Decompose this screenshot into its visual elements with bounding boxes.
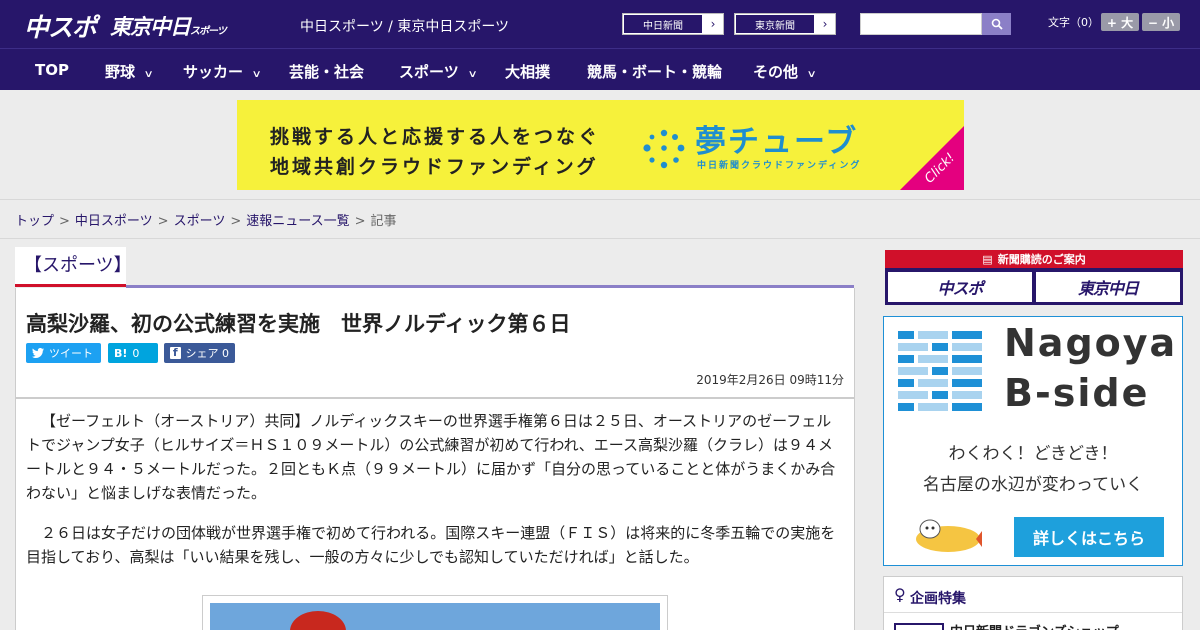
feature-item-dragons-shop[interactable]: 中日新聞ドラゴンズショップ — [950, 621, 1119, 630]
facebook-icon: f — [170, 346, 181, 359]
article-body: 【ゼーフェルト（オーストリア）共同】ノルディックスキーの世界選手権第６日は２５日… — [15, 398, 855, 630]
chevron-down-icon: ∨ — [251, 69, 262, 80]
breadcrumb-link-chunichi-sports[interactable]: 中日スポーツ — [75, 214, 153, 229]
tweet-label: ツイート — [49, 347, 93, 360]
facebook-share-button[interactable]: f シェア 0 — [164, 343, 235, 363]
article-date: 2019年2月26日 09時11分 — [696, 373, 844, 387]
nav-item-soccer[interactable]: サッカー ∨ — [183, 61, 262, 82]
breadcrumb-separator: > — [354, 214, 366, 229]
chunichi-shimbun-link[interactable]: 中日新聞 › — [622, 13, 724, 35]
article-photo[interactable] — [210, 603, 660, 630]
hatena-icon: B! — [114, 346, 128, 360]
article-photo-frame — [202, 595, 668, 630]
breadcrumb-link-sports[interactable]: スポーツ — [174, 214, 226, 229]
nav-item-label: 芸能・社会 — [289, 63, 365, 81]
article-paragraph: 【ゼーフェルト（オーストリア）共同】ノルディックスキーの世界選手権第６日は２５日… — [26, 412, 836, 502]
nav-item-label: その他 — [753, 63, 799, 81]
facebook-share-label: シェア — [185, 347, 219, 360]
nav-item-label: スポーツ — [399, 63, 459, 81]
feature-header: ♀ 企画特集 — [884, 577, 1182, 613]
breadcrumb-link-top[interactable]: トップ — [15, 214, 54, 229]
subscription-header: ▤ 新聞購読のご案内 — [885, 250, 1183, 268]
breadcrumb-separator: > — [59, 214, 70, 229]
nav-item-label: 野球 — [105, 63, 136, 81]
search-input[interactable] — [860, 13, 982, 35]
chevron-down-icon: ∨ — [467, 69, 478, 80]
ribbon-icon: ♀ — [894, 585, 906, 604]
subscribe-tokyo-chunichi-link[interactable]: 東京中日 — [1036, 272, 1180, 302]
tokyo-chunichi-logo[interactable]: 東京中日スポーツ — [110, 11, 227, 41]
nav-item-label: TOP — [35, 61, 69, 79]
nav-item-baseball[interactable]: 野球 ∨ — [105, 61, 154, 82]
category-tab: 【スポーツ】 — [15, 247, 132, 287]
breadcrumb-link-news-list[interactable]: 速報ニュース一覧 — [246, 214, 349, 229]
feature-box: ♀ 企画特集 中日新聞ドラゴンズショップ — [883, 576, 1183, 630]
hatena-bookmark-button[interactable]: B! 0 — [108, 343, 158, 363]
nav-item-other[interactable]: その他 ∨ — [753, 61, 817, 82]
nagoya-bside-ad[interactable]: Nagoya B-side わくわく！どきどき！ 名古屋の水辺が変わっていく 詳… — [883, 316, 1183, 566]
font-larger-button[interactable]: + 大 — [1101, 13, 1139, 31]
hatena-count: 0 — [132, 346, 140, 360]
fried-shrimp-mascot-icon — [916, 519, 982, 552]
feature-title: 企画特集 — [910, 591, 966, 607]
tokyo-logo-main: 東京中日 — [110, 15, 191, 39]
article-header: 高梨沙羅、初の公式練習を実施 世界ノルディック第６日 ツイート B! 0 f シ… — [15, 288, 855, 398]
nav-item-label: 競馬・ボート・競輪 — [587, 63, 723, 81]
font-smaller-button[interactable]: − 小 — [1142, 13, 1180, 31]
search-icon — [991, 18, 1003, 30]
main-nav: TOP 野球 ∨ サッカー ∨ 芸能・社会 スポーツ ∨ 大相撲 競馬・ボート・競輪 … — [0, 48, 1200, 90]
chevron-right-icon: › — [822, 17, 828, 31]
divider — [0, 238, 1200, 239]
breadcrumb-separator: > — [230, 214, 242, 229]
ad-title-line-1: Nagoya — [1004, 321, 1178, 365]
twitter-icon — [32, 348, 44, 358]
ad-copy-line-1: わくわく！どきどき！ — [948, 444, 1118, 464]
chevron-right-icon: › — [710, 17, 716, 31]
nav-item-sumo[interactable]: 大相撲 — [505, 61, 550, 82]
chevron-down-icon: ∨ — [806, 69, 817, 80]
banner-line-1: 挑戦する人と応援する人をつなぐ — [270, 126, 601, 148]
nav-item-label: 大相撲 — [505, 63, 551, 81]
dot-circle-icon — [643, 129, 685, 169]
search-button[interactable] — [982, 13, 1011, 35]
ad-title-line-2: B-side — [1004, 371, 1150, 415]
font-size-label: 文字（0） — [1048, 16, 1099, 29]
subscribe-chusupo-link[interactable]: 中スポ — [888, 272, 1032, 302]
nav-item-top[interactable]: TOP — [35, 61, 69, 79]
chusupo-logo[interactable]: 中スポ — [24, 8, 97, 44]
banner-brand: 夢チューブ — [695, 124, 859, 160]
tokyo-shimbun-link[interactable]: 東京新聞 › — [734, 13, 836, 35]
article-paragraph: ２６日は女子だけの団体戦が世界選手権で初めて行われる。国際スキー連盟（ＦＩＳ）は… — [26, 524, 836, 566]
banner-area: 挑戦する人と応援する人をつなぐ 地域共創クラウドファンディング 夢チューブ 中日… — [0, 90, 1200, 200]
nav-item-racing[interactable]: 競馬・ボート・競輪 — [587, 61, 722, 82]
site-names: 中日スポーツ / 東京中日スポーツ — [300, 19, 510, 35]
subscription-box: ▤ 新聞購読のご案内 中スポ 東京中日 — [885, 250, 1183, 305]
nav-item-sports[interactable]: スポーツ ∨ — [399, 61, 478, 82]
feature-thumbnail[interactable] — [894, 623, 944, 630]
breadcrumb: トップ > 中日スポーツ > スポーツ > 速報ニュース一覧 > 記事 — [15, 210, 397, 229]
facebook-count: 0 — [222, 346, 229, 360]
banner-brand-sub: 中日新聞クラウドファンディング — [697, 161, 862, 171]
paper-button-label: 東京新聞 — [735, 14, 815, 34]
subscription-title: 新聞購読のご案内 — [997, 253, 1086, 266]
tokyo-logo-small: スポーツ — [190, 26, 227, 37]
helmet-image — [290, 611, 346, 630]
breadcrumb-separator: > — [157, 214, 169, 229]
article-title: 高梨沙羅、初の公式練習を実施 世界ノルディック第６日 — [26, 312, 571, 336]
ad-details-button[interactable]: 詳しくはこちら — [1014, 517, 1164, 557]
tweet-button[interactable]: ツイート — [26, 343, 101, 363]
breadcrumb-current: 記事 — [370, 214, 397, 229]
crowdfunding-banner[interactable]: 挑戦する人と応援する人をつなぐ 地域共創クラウドファンディング 夢チューブ 中日… — [237, 100, 964, 190]
ad-copy-line-2: 名古屋の水辺が変わっていく — [922, 475, 1144, 495]
chevron-down-icon: ∨ — [143, 69, 154, 80]
newspaper-icon: ▤ — [982, 252, 993, 266]
nav-item-label: サッカー — [183, 63, 244, 81]
site-header: 中スポ 東京中日スポーツ 中日スポーツ / 東京中日スポーツ 中日新聞 › 東京… — [0, 0, 1200, 48]
banner-line-2: 地域共創クラウドファンディング — [270, 156, 599, 178]
nav-item-entertainment[interactable]: 芸能・社会 — [289, 61, 364, 82]
paper-button-label: 中日新聞 — [623, 14, 703, 34]
category-label: 【スポーツ】 — [24, 255, 132, 276]
